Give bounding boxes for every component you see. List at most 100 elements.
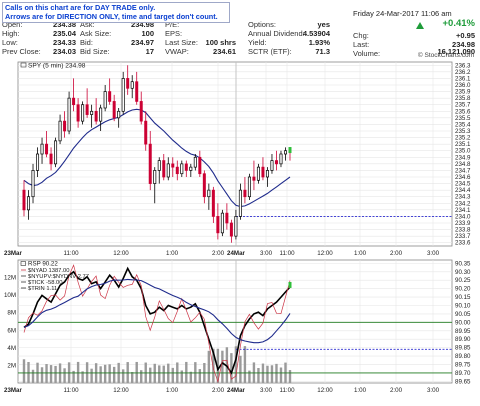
y-tick-label: 89.90 xyxy=(455,336,471,343)
y-tick-label: 89.85 xyxy=(455,345,471,352)
volume-bar xyxy=(99,366,102,383)
volume-bar xyxy=(140,370,143,383)
candle-body xyxy=(270,160,274,171)
candle-body xyxy=(175,166,179,175)
candle-body xyxy=(40,143,44,155)
x-tick-label: 1:00 xyxy=(354,387,367,394)
candle-body xyxy=(171,163,175,168)
candle-body xyxy=(81,104,85,122)
y-tick-label: 89.80 xyxy=(455,353,471,360)
volume-bar xyxy=(270,365,274,383)
y-tick-label: 90.10 xyxy=(455,302,471,309)
candle-body xyxy=(63,120,67,132)
candle-body xyxy=(121,78,125,112)
quote-label: Ask Size: xyxy=(80,29,112,38)
volume-bar xyxy=(54,365,57,383)
candle-body xyxy=(220,212,224,234)
volume-bar xyxy=(239,355,242,383)
candle-body xyxy=(72,97,76,106)
candle-body xyxy=(189,166,193,171)
candle-body xyxy=(247,176,251,198)
volume-bar xyxy=(108,364,111,383)
quote-value: 71.3 xyxy=(315,47,330,56)
volume-bar xyxy=(275,363,278,383)
y-tick-label: 90.35 xyxy=(455,260,471,267)
candle-body xyxy=(49,153,53,165)
candle-body xyxy=(216,216,220,234)
quote-label: Annual Dividend: xyxy=(248,29,305,38)
quote-label: Bid Size: xyxy=(80,47,110,56)
y-tick-label: 90.20 xyxy=(455,286,471,293)
candle-body xyxy=(256,166,260,181)
volume-tick-label: 2M xyxy=(7,362,16,369)
candle-body xyxy=(234,216,238,237)
up-arrow-icon xyxy=(416,22,424,29)
chart-page: Calls on this chart are for DAY TRADE on… xyxy=(0,0,480,406)
volume-bar xyxy=(49,365,53,383)
quote-value: yes xyxy=(317,20,330,29)
x-tick-label: 11:00 xyxy=(63,387,79,394)
volume-bar xyxy=(243,346,247,383)
candle-body xyxy=(162,160,166,178)
last-price-marker xyxy=(288,147,292,154)
candle-body xyxy=(166,163,170,178)
candle-body xyxy=(225,212,229,224)
candle-body xyxy=(202,173,206,198)
quote-label: EPS: xyxy=(165,29,183,38)
quote-label: VWAP: xyxy=(165,47,189,56)
notice-line-1: Calls on this chart are for DAY TRADE on… xyxy=(5,3,156,12)
candle-body xyxy=(148,143,152,184)
chart-title: SPY (5 min) 234.98 xyxy=(28,63,86,70)
volume-bar xyxy=(171,367,174,383)
candle-body xyxy=(103,91,107,109)
quote-datetime: Friday 24-Mar-2017 11:06 am xyxy=(353,9,452,18)
volume-bar xyxy=(198,369,202,383)
candle-body xyxy=(99,107,103,122)
x-tick-label: 2:00 xyxy=(390,387,403,394)
candle-body xyxy=(252,176,256,181)
candle-body xyxy=(85,104,89,115)
y-tick-label: 90.30 xyxy=(455,269,471,276)
candle-body xyxy=(144,120,148,145)
volume-bar xyxy=(288,370,292,383)
candle-body xyxy=(279,153,283,165)
candle-body xyxy=(45,143,49,155)
candle-body xyxy=(27,196,31,211)
volume-bar xyxy=(103,364,107,383)
candle-body xyxy=(238,189,242,217)
volume-bar xyxy=(45,364,48,383)
volume-bar xyxy=(221,350,224,383)
x-tick-label: 12:00 xyxy=(113,387,129,394)
volume-bar xyxy=(158,365,161,383)
quote-value: 100 shrs xyxy=(205,38,236,47)
quote-value: 17 xyxy=(145,47,154,56)
quote-label: Bid: xyxy=(80,38,93,47)
x-tick-label: 12:00 xyxy=(317,387,333,394)
volume-bar xyxy=(63,368,66,383)
volume-tick-label: 6M xyxy=(7,327,16,334)
candle-body xyxy=(193,156,197,168)
volume-bar xyxy=(257,368,260,383)
volume-bar xyxy=(153,363,156,383)
volume-bar xyxy=(31,369,35,383)
volume-bar xyxy=(22,359,26,383)
y-tick-label: 90.05 xyxy=(455,311,471,318)
candle-body xyxy=(94,110,98,122)
y-tick-label: 89.95 xyxy=(455,328,471,335)
candle-body xyxy=(90,110,94,115)
quote-value: 4.53904 xyxy=(302,29,330,38)
quote-value: 234.33 xyxy=(53,38,76,47)
candle-body xyxy=(31,170,35,198)
candle-body xyxy=(67,97,71,132)
quote-label: Yield: xyxy=(248,38,267,47)
y-tick-label: 233.6 xyxy=(455,240,471,247)
candle-body xyxy=(157,160,161,171)
candle-body xyxy=(135,81,139,102)
day-trade-notice: Calls on this chart are for DAY TRADE on… xyxy=(2,2,230,23)
quote-value: 100 xyxy=(141,29,154,38)
candle-body xyxy=(207,189,211,198)
quote-value: 1.93% xyxy=(308,38,330,47)
notice-line-2: Arrows are for DIRECTION ONLY, time and … xyxy=(5,12,218,21)
quote-value: 234.03 xyxy=(53,47,76,56)
candle-body xyxy=(265,170,269,178)
